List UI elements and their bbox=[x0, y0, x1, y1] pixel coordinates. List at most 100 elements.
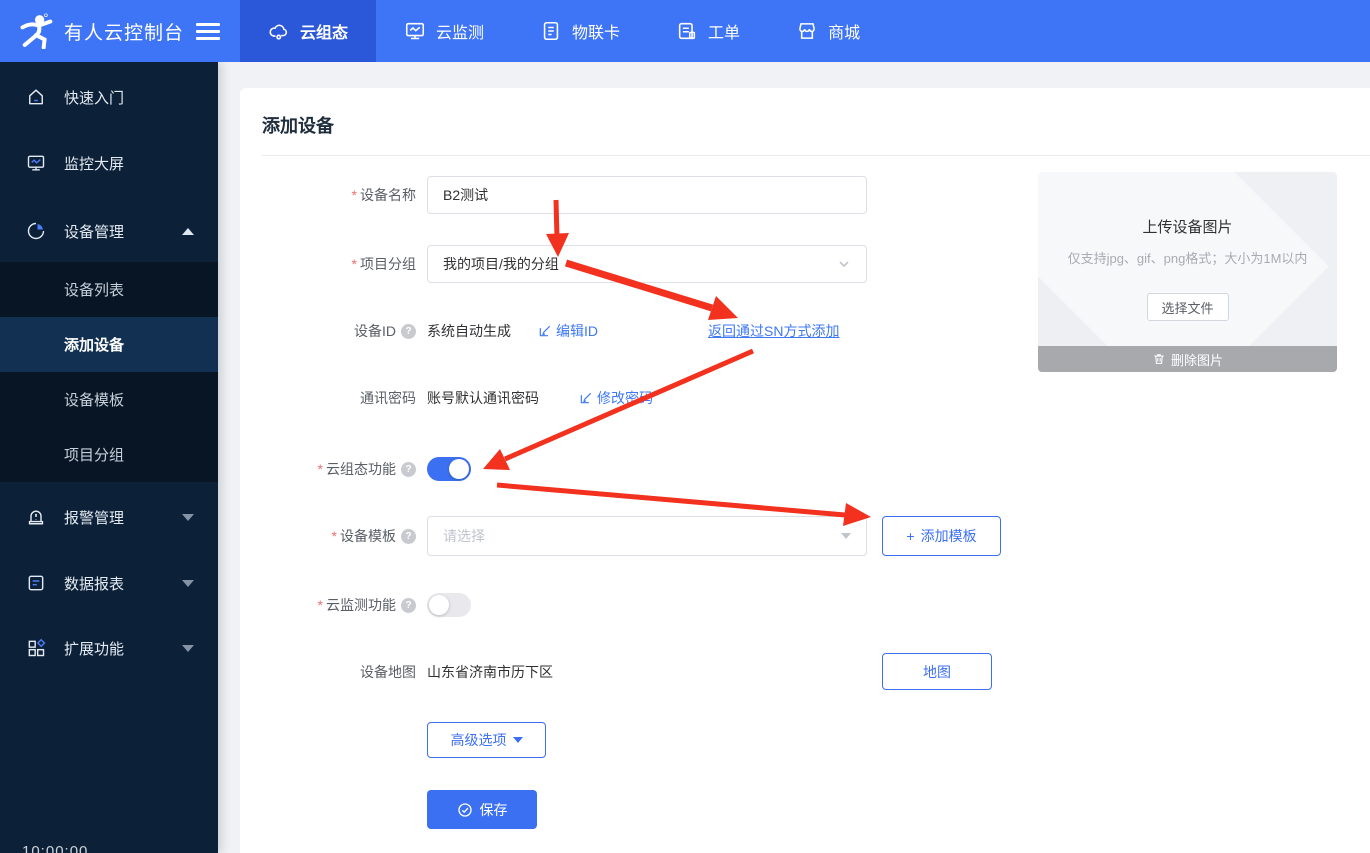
help-icon[interactable]: ? bbox=[401, 597, 416, 613]
sidebar-item-device-template[interactable]: 设备模板 bbox=[0, 372, 218, 427]
chevron-down-icon bbox=[182, 644, 194, 652]
home-icon bbox=[29, 89, 43, 105]
clock-text: 10:00:00 bbox=[22, 843, 89, 853]
sidebar-item-monitor-screen[interactable]: 监控大屏 bbox=[0, 130, 218, 196]
sidebar-subitem-label: 设备列表 bbox=[64, 282, 125, 299]
device-name-input[interactable] bbox=[427, 176, 867, 214]
device-template-select[interactable]: 请选择 bbox=[427, 516, 867, 556]
title-divider bbox=[262, 155, 1370, 156]
report-icon bbox=[28, 575, 44, 591]
device-id-row: 设备ID ? 系统自动生成 编辑ID 返回通过SN方式添加 bbox=[240, 320, 839, 342]
sidebar-item-data-report[interactable]: 数据报表 bbox=[0, 550, 218, 616]
device-image-upload-panel: 上传设备图片 仅支持jpg、gif、png格式；大小为1M以内 选择文件 删除图… bbox=[1038, 172, 1337, 372]
upload-title: 上传设备图片 bbox=[1142, 219, 1233, 236]
monitor-feature-row: 云监测功能 ? bbox=[240, 593, 471, 617]
tab-work-order[interactable]: 工单 bbox=[648, 0, 768, 62]
device-template-row: 设备模板 ? 请选择 + 添加模板 bbox=[240, 516, 1370, 556]
scada-feature-toggle[interactable] bbox=[427, 457, 471, 481]
tab-label: 工单 bbox=[708, 25, 741, 42]
device-map-label: 设备地图 bbox=[360, 663, 416, 680]
person-logo-icon bbox=[20, 13, 53, 49]
project-group-select[interactable]: 我的项目/我的分组 bbox=[427, 245, 867, 283]
scada-feature-label: 云组态功能 bbox=[318, 459, 396, 479]
hamburger-menu-icon[interactable] bbox=[196, 22, 221, 40]
help-icon[interactable]: ? bbox=[401, 528, 416, 544]
device-management-submenu: 设备列表 添加设备 设备模板 项目分组 bbox=[0, 262, 218, 482]
sidebar-subitem-label: 设备模板 bbox=[64, 392, 125, 409]
big-screen-icon bbox=[27, 155, 45, 171]
project-group-value: 我的项目/我的分组 bbox=[443, 256, 559, 272]
add-device-panel: 添加设备 设备名称 项目分组 我的项目/我的分组 设备ID ? 系统自动生成 编… bbox=[240, 88, 1370, 853]
work-order-icon bbox=[678, 22, 696, 40]
chevron-down-icon bbox=[839, 261, 849, 268]
toggle-knob bbox=[429, 595, 449, 615]
chevron-up-icon bbox=[182, 227, 194, 235]
sidebar-item-project-group[interactable]: 项目分组 bbox=[0, 427, 218, 482]
change-password-link[interactable]: 修改密码 bbox=[579, 388, 653, 408]
sidebar-item-add-device[interactable]: 添加设备 bbox=[0, 317, 218, 372]
tab-label: 云组态 bbox=[300, 25, 349, 42]
back-sn-mode-link[interactable]: 返回通过SN方式添加 bbox=[708, 321, 839, 341]
tab-iot-card[interactable]: 物联卡 bbox=[512, 0, 648, 62]
caret-down-icon bbox=[841, 533, 851, 539]
sidebar-item-device-management[interactable]: 设备管理 bbox=[0, 198, 218, 264]
sidebar-item-extensions[interactable]: 扩展功能 bbox=[0, 615, 218, 681]
page-title: 添加设备 bbox=[262, 116, 334, 136]
tab-cloud-monitor[interactable]: 云监测 bbox=[376, 0, 512, 62]
sidebar-item-quick-start[interactable]: 快速入门 bbox=[0, 64, 218, 130]
choose-file-button[interactable]: 选择文件 bbox=[1146, 293, 1229, 321]
monitor-feature-label: 云监测功能 bbox=[318, 595, 396, 615]
caret-down-icon bbox=[512, 737, 523, 743]
monitor-feature-toggle[interactable] bbox=[427, 593, 471, 617]
advanced-options-label: 高级选项 bbox=[450, 732, 507, 748]
edit-icon bbox=[580, 392, 592, 404]
device-id-label: 设备ID bbox=[354, 323, 396, 339]
alarm-icon bbox=[28, 510, 44, 525]
map-button[interactable]: 地图 bbox=[882, 653, 992, 690]
scada-feature-row: 云组态功能 ? bbox=[240, 457, 471, 481]
sidebar-item-label: 设备管理 bbox=[64, 223, 125, 241]
edit-icon bbox=[539, 325, 551, 337]
device-template-placeholder: 请选择 bbox=[443, 528, 485, 544]
help-icon[interactable]: ? bbox=[401, 461, 416, 477]
logo[interactable]: 有人云控制台 bbox=[0, 13, 221, 49]
top-header: 有人云控制台 云组态 云监测 物联卡 工单 商城 bbox=[0, 0, 1370, 62]
monitor-wave-icon bbox=[405, 22, 425, 40]
pie-chart-icon bbox=[27, 222, 45, 240]
edit-id-link[interactable]: 编辑ID bbox=[538, 321, 598, 341]
device-name-label: 设备名称 bbox=[352, 185, 416, 205]
sidebar-item-device-list[interactable]: 设备列表 bbox=[0, 262, 218, 317]
chevron-down-icon bbox=[182, 579, 194, 587]
edit-id-label: 编辑ID bbox=[556, 323, 598, 339]
tab-cloud-scada[interactable]: 云组态 bbox=[240, 0, 377, 62]
save-button-label: 保存 bbox=[479, 801, 508, 818]
save-button[interactable]: 保存 bbox=[427, 790, 537, 829]
add-template-button[interactable]: + 添加模板 bbox=[882, 516, 1001, 556]
map-button-label: 地图 bbox=[923, 663, 951, 680]
comm-password-label: 通讯密码 bbox=[360, 390, 416, 406]
project-group-row: 项目分组 我的项目/我的分组 bbox=[240, 245, 867, 283]
top-nav: 云组态 云监测 物联卡 工单 商城 bbox=[240, 0, 888, 62]
chevron-down-icon bbox=[182, 513, 194, 521]
delete-image-bar[interactable]: 删除图片 bbox=[1038, 346, 1337, 372]
sidebar-subitem-label: 项目分组 bbox=[64, 447, 125, 464]
trash-icon bbox=[1154, 354, 1164, 364]
device-map-value: 山东省济南市历下区 bbox=[427, 663, 553, 680]
tab-label: 物联卡 bbox=[572, 25, 621, 42]
sidebar-item-label: 监控大屏 bbox=[64, 155, 125, 173]
check-circle-icon bbox=[457, 802, 472, 817]
extensions-grid-icon bbox=[28, 638, 46, 657]
app-title: 有人云控制台 bbox=[64, 22, 185, 44]
device-id-value: 系统自动生成 bbox=[427, 323, 511, 339]
device-map-row: 设备地图 山东省济南市历下区 地图 bbox=[240, 653, 1370, 690]
plus-icon: + bbox=[906, 528, 915, 544]
tab-mall[interactable]: 商城 bbox=[768, 0, 888, 62]
comm-password-value: 账号默认通讯密码 bbox=[427, 390, 539, 406]
sidebar-item-label: 扩展功能 bbox=[64, 640, 125, 658]
sidebar-item-label: 数据报表 bbox=[64, 575, 125, 593]
upload-hint: 仅支持jpg、gif、png格式；大小为1M以内 bbox=[1067, 251, 1308, 266]
help-icon[interactable]: ? bbox=[401, 323, 416, 339]
sidebar-item-alarm-management[interactable]: 报警管理 bbox=[0, 484, 218, 550]
tab-label: 商城 bbox=[828, 25, 861, 42]
advanced-options-button[interactable]: 高级选项 bbox=[427, 722, 546, 758]
